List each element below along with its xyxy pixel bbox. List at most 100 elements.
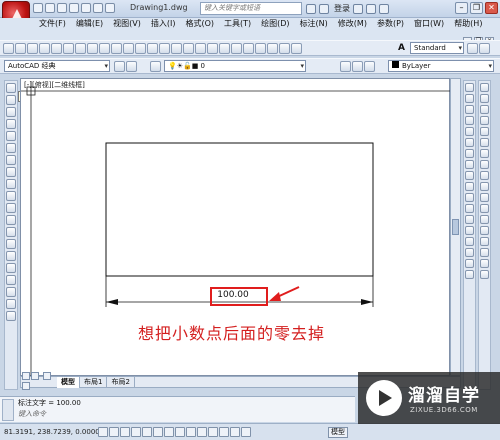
pan-icon[interactable] (171, 43, 182, 54)
redo-icon[interactable] (159, 43, 170, 54)
rotate-icon[interactable] (465, 149, 474, 158)
layer-previous-icon[interactable] (352, 61, 363, 72)
block-editor-icon[interactable] (135, 43, 146, 54)
lwt-icon[interactable] (197, 427, 207, 437)
close-button[interactable]: ✕ (485, 2, 498, 14)
menu-item[interactable]: 编辑(E) (71, 18, 108, 29)
dyn-icon[interactable] (186, 427, 196, 437)
fillet-icon[interactable] (465, 248, 474, 257)
calculator-icon[interactable] (279, 43, 290, 54)
table-style-icon[interactable] (479, 43, 490, 54)
break-at-point-icon[interactable] (465, 204, 474, 213)
design-center-icon[interactable] (231, 43, 242, 54)
scrollbar-thumb[interactable] (452, 219, 459, 235)
radius-icon[interactable] (480, 127, 489, 136)
table-icon[interactable] (6, 287, 16, 297)
offset-icon[interactable] (465, 116, 474, 125)
workspace-settings-icon[interactable] (114, 61, 125, 72)
layer-select[interactable]: 💡☀🔓■ 0 (164, 60, 306, 72)
tab-model[interactable]: 模型 (57, 376, 80, 388)
baseline-icon[interactable] (480, 182, 489, 191)
zoom-previous-icon[interactable] (207, 43, 218, 54)
menu-item[interactable]: 绘图(D) (256, 18, 294, 29)
publish-icon[interactable] (63, 43, 74, 54)
make-block-icon[interactable] (6, 227, 16, 237)
grid-icon[interactable] (109, 427, 119, 437)
copy-icon[interactable] (99, 43, 110, 54)
new-icon[interactable] (33, 3, 43, 13)
sc-icon[interactable] (230, 427, 240, 437)
arc-length-icon[interactable] (480, 105, 489, 114)
insert-block-icon[interactable] (6, 215, 16, 225)
line-icon[interactable] (6, 83, 16, 93)
redo-icon[interactable] (105, 3, 115, 13)
spline-icon[interactable] (6, 179, 16, 189)
login-link[interactable]: 登录 (334, 3, 350, 14)
quick-dim-icon[interactable] (480, 171, 489, 180)
rectangle-icon[interactable] (6, 131, 16, 141)
osnap-icon[interactable] (142, 427, 152, 437)
markup-icon[interactable] (267, 43, 278, 54)
copy-object-icon[interactable] (465, 94, 474, 103)
move-icon[interactable] (465, 138, 474, 147)
drawn-rectangle[interactable] (105, 142, 374, 277)
undo-icon[interactable] (93, 3, 103, 13)
dim-space-icon[interactable] (480, 204, 489, 213)
properties-icon[interactable] (219, 43, 230, 54)
blend-icon[interactable] (465, 270, 474, 279)
menu-item[interactable]: 工具(T) (219, 18, 256, 29)
otrack-icon[interactable] (164, 427, 174, 437)
star-icon[interactable] (366, 3, 376, 14)
dim-update-icon[interactable] (480, 270, 489, 279)
array-icon[interactable] (465, 127, 474, 136)
center-mark-icon[interactable] (480, 237, 489, 246)
saveas-icon[interactable] (69, 3, 79, 13)
prev-tab-icon[interactable] (31, 372, 39, 380)
match-properties-icon[interactable] (123, 43, 134, 54)
am-icon[interactable] (241, 427, 251, 437)
minimize-button[interactable]: – (455, 2, 468, 14)
dim-edit-icon[interactable] (480, 259, 489, 268)
undo-icon[interactable] (147, 43, 158, 54)
paste-icon[interactable] (111, 43, 122, 54)
workspace-select[interactable]: AutoCAD 经典 (4, 60, 110, 72)
menu-item[interactable]: 窗口(W) (409, 18, 449, 29)
tab-layout1[interactable]: 布局1 (80, 376, 108, 388)
last-tab-icon[interactable] (22, 382, 30, 390)
add-selected-icon[interactable] (6, 311, 16, 321)
menu-item[interactable]: 帮助(H) (449, 18, 487, 29)
arc-icon[interactable] (6, 143, 16, 153)
text-style-select[interactable]: Standard (410, 42, 464, 54)
hatch-icon[interactable] (6, 251, 16, 261)
zoom-realtime-icon[interactable] (183, 43, 194, 54)
user-icon[interactable] (319, 3, 329, 14)
tool-palettes-icon[interactable] (243, 43, 254, 54)
sheet-set-icon[interactable] (255, 43, 266, 54)
stretch-icon[interactable] (465, 171, 474, 180)
polyline-icon[interactable] (6, 107, 16, 117)
tab-layout2[interactable]: 布局2 (107, 376, 135, 388)
search-input[interactable]: 键入关键字或短语 (200, 2, 302, 15)
linear-dim-icon[interactable] (480, 83, 489, 92)
construction-line-icon[interactable] (6, 95, 16, 105)
aligned-dim-icon[interactable] (480, 94, 489, 103)
scale-icon[interactable] (465, 160, 474, 169)
command-line-handle[interactable] (2, 399, 14, 421)
dim-break-icon[interactable] (480, 215, 489, 224)
extend-icon[interactable] (465, 193, 474, 202)
tolerance-icon[interactable] (480, 226, 489, 235)
save-icon[interactable] (57, 3, 67, 13)
command-input[interactable]: 键入命令 (18, 409, 218, 420)
erase-icon[interactable] (465, 83, 474, 92)
ellipse-icon[interactable] (6, 191, 16, 201)
region-icon[interactable] (6, 275, 16, 285)
layer-match-icon[interactable] (364, 61, 375, 72)
menu-item[interactable]: 格式(O) (180, 18, 219, 29)
restore-button[interactable]: ❐ (470, 2, 483, 14)
trim-icon[interactable] (465, 182, 474, 191)
revcloud-icon[interactable] (6, 167, 16, 177)
polygon-icon[interactable] (6, 119, 16, 129)
jogged-icon[interactable] (480, 138, 489, 147)
snap-icon[interactable] (98, 427, 108, 437)
model-space-button[interactable]: 模型 (328, 427, 348, 438)
